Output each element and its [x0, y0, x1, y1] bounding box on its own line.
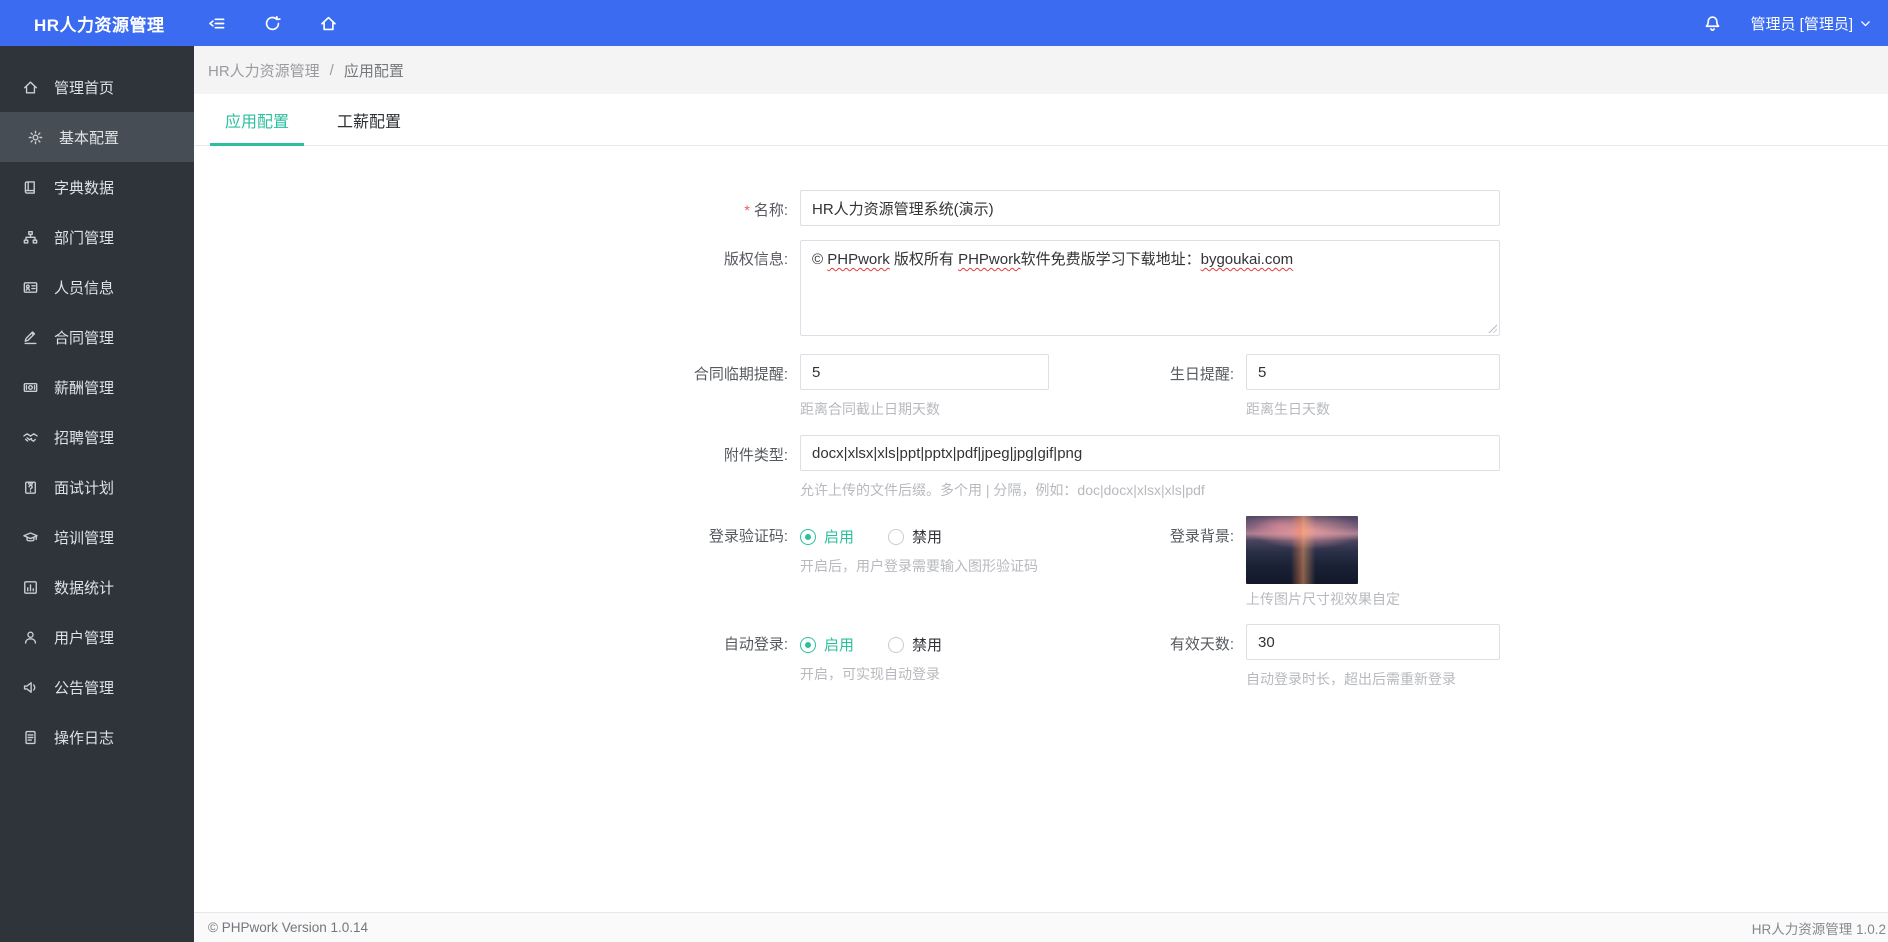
auto-login-enable-radio[interactable]: 启用 [800, 634, 854, 655]
user-icon [24, 630, 37, 644]
tab-salary-config[interactable]: 工薪配置 [322, 108, 416, 145]
name-input[interactable] [800, 190, 1500, 226]
panel-spacer [194, 684, 1888, 912]
content-panel: 应用配置 工薪配置 *名称: 版权信息: © PHPwork 版权所有 PHPw… [194, 94, 1888, 942]
birthday-reminder-input[interactable] [1246, 354, 1500, 390]
sidebar-item-basic-config[interactable]: 基本配置 [0, 112, 194, 162]
birthday-reminder-label: 生日提醒: [1169, 366, 1234, 383]
sidebar-item-contracts[interactable]: 合同管理 [0, 312, 194, 362]
attachment-types-label: 附件类型: [723, 447, 788, 464]
breadcrumb: HR人力资源管理 / 应用配置 [194, 46, 1888, 94]
auto-login-disable-radio[interactable]: 禁用 [888, 634, 942, 655]
tab-app-config[interactable]: 应用配置 [210, 108, 305, 146]
sidebar-item-statistics[interactable]: 数据统计 [0, 562, 194, 612]
app-title: HR人力资源管理 [34, 15, 165, 35]
login-captcha-enable-radio[interactable]: 启用 [800, 526, 854, 547]
radio-unselected-icon [888, 636, 905, 653]
sidebar-item-dictionary[interactable]: 字典数据 [0, 162, 194, 212]
sidebar: 管理首页 基本配置 字典数据 部门管理 人员信息 合同管理 薪酬管理 招聘管理 … [0, 46, 194, 942]
notification-bell-icon[interactable] [1702, 13, 1722, 33]
auto-login-label: 自动登录: [723, 636, 788, 653]
home-icon [23, 80, 38, 94]
valid-days-label: 有效天数: [1169, 636, 1234, 653]
sidebar-item-announcements[interactable]: 公告管理 [0, 662, 194, 712]
footer: © PHPwork Version 1.0.14 HR人力资源管理 1.0.2 [194, 912, 1888, 942]
login-captcha-disable-radio[interactable]: 禁用 [888, 526, 942, 547]
sidebar-item-departments[interactable]: 部门管理 [0, 212, 194, 262]
org-chart-icon [23, 230, 38, 244]
attachment-types-hint: 允许上传的文件后缀。多个用 | 分隔，例如：doc|docx|xlsx|xls|… [800, 482, 1205, 498]
login-captcha-radio-group: 启用 禁用 [800, 516, 1038, 547]
id-card-icon [23, 281, 38, 293]
login-captcha-label: 登录验证码: [708, 528, 788, 545]
auto-login-radio-group: 启用 禁用 [800, 624, 942, 655]
contract-reminder-hint: 距离合同截止日期天数 [800, 401, 940, 417]
home-icon[interactable] [318, 13, 338, 33]
radio-selected-icon [800, 636, 816, 653]
chevron-down-icon [1861, 20, 1870, 26]
pen-signature-icon [24, 330, 37, 344]
main-content: HR人力资源管理 / 应用配置 应用配置 工薪配置 *名称: 版权信息: © P… [194, 46, 1888, 942]
sidebar-item-training[interactable]: 培训管理 [0, 512, 194, 562]
bar-chart-icon [24, 580, 37, 594]
sidebar-item-recruitment[interactable]: 招聘管理 [0, 412, 194, 462]
radio-selected-icon [800, 528, 816, 545]
sidebar-item-interviews[interactable]: 面试计划 [0, 462, 194, 512]
valid-days-hint: 自动登录时长，超出后需重新登录 [1246, 671, 1456, 687]
name-label: * 名称: [744, 202, 788, 219]
user-menu[interactable]: 管理员 [管理员] [1750, 13, 1872, 34]
breadcrumb-root[interactable]: HR人力资源管理 [208, 60, 320, 81]
auto-login-hint: 开启，可实现自动登录 [800, 666, 940, 682]
breadcrumb-current: 应用配置 [343, 62, 404, 80]
textarea-resize-handle[interactable] [1487, 323, 1497, 333]
sidebar-item-users[interactable]: 用户管理 [0, 612, 194, 662]
required-asterisk: * [744, 202, 750, 218]
refresh-icon[interactable] [262, 13, 282, 33]
birthday-reminder-hint: 距离生日天数 [1246, 401, 1330, 417]
copyright-label: 版权信息: [723, 251, 788, 268]
app-config-form: *名称: 版权信息: © PHPwork 版权所有 PHPwork软件免费版学习… [194, 146, 1888, 687]
book-icon [24, 180, 35, 194]
breadcrumb-separator: / [329, 61, 334, 79]
attachment-types-input[interactable] [800, 435, 1500, 471]
sidebar-item-logs[interactable]: 操作日志 [0, 712, 194, 762]
contract-reminder-input[interactable] [800, 354, 1049, 390]
sidebar-item-salary[interactable]: 薪酬管理 [0, 362, 194, 412]
megaphone-icon [23, 681, 36, 693]
gear-icon [28, 130, 43, 144]
login-background-hint: 上传图片尺寸视效果自定 [1246, 591, 1400, 607]
contract-reminder-label: 合同临期提醒: [693, 366, 788, 383]
topbar: HR人力资源管理 管理员 [管理员] [0, 0, 1888, 46]
login-background-label: 登录背景: [1169, 528, 1234, 545]
money-icon [23, 382, 38, 392]
log-document-icon [25, 730, 36, 744]
sidebar-item-dashboard[interactable]: 管理首页 [0, 62, 194, 112]
footer-version: HR人力资源管理 1.0.2 [1751, 921, 1886, 937]
login-captcha-hint: 开启后，用户登录需要输入图形验证码 [800, 558, 1038, 574]
login-background-image[interactable] [1246, 516, 1358, 584]
clipboard-question-icon [25, 480, 36, 494]
graduation-cap-icon [23, 531, 38, 542]
user-name: 管理员 [管理员] [1750, 15, 1853, 33]
tab-bar: 应用配置 工薪配置 [194, 94, 1888, 146]
valid-days-input[interactable] [1246, 624, 1500, 660]
footer-copyright: © PHPwork Version 1.0.14 [208, 920, 369, 935]
copyright-textarea[interactable]: © PHPwork 版权所有 PHPwork软件免费版学习下载地址：bygouk… [800, 240, 1500, 336]
handshake-icon [23, 432, 38, 442]
collapse-sidebar-icon[interactable] [206, 13, 226, 33]
sidebar-item-personnel[interactable]: 人员信息 [0, 262, 194, 312]
radio-unselected-icon [888, 528, 905, 545]
